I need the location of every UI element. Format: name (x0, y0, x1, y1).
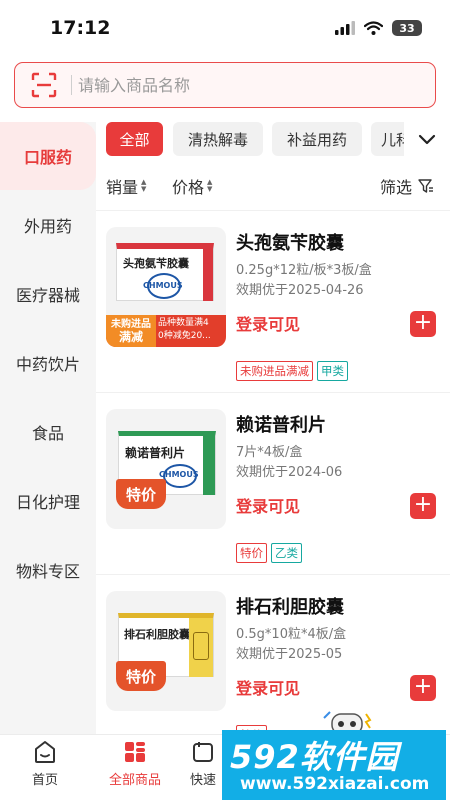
filter-button[interactable]: 筛选 (380, 174, 434, 198)
box-brand: CHMOUS (159, 470, 199, 479)
battery-indicator: 33 (392, 20, 422, 36)
status-time: 17:12 (50, 17, 111, 39)
category-tag: 乙类 (271, 543, 302, 563)
product-name[interactable]: 头孢氨苄胶囊 (236, 229, 344, 255)
sort-arrows-icon: ▲ ▼ (141, 178, 147, 193)
promo-label-bottom: 满减 (118, 330, 143, 344)
sidebar-item-medical-devices[interactable]: 医疗器械 (0, 260, 96, 328)
add-to-cart-button[interactable]: + (410, 675, 436, 701)
special-price-badge: 特价 (116, 479, 166, 509)
home-icon (35, 741, 55, 763)
sort-sales-label: 销量 (106, 178, 139, 197)
sidebar-item-food[interactable]: 食品 (0, 398, 96, 466)
promo-tag: 未购进品满减 (236, 361, 313, 381)
login-to-view-price[interactable]: 登录可见 (236, 493, 300, 517)
product-tags: 未购进品满减 甲类 (236, 361, 348, 381)
scan-icon[interactable] (31, 72, 57, 98)
sort-price-label: 价格 (172, 178, 205, 197)
cart-icon (193, 742, 213, 762)
sort-arrows-icon: ▲ ▼ (207, 178, 213, 193)
promo-label: 未购进品 满减 (106, 315, 156, 347)
chevron-down-icon (418, 134, 436, 145)
plus-icon: + (413, 492, 433, 517)
product-expiry: 效期优于2025-04-26 (236, 283, 364, 298)
product-card[interactable]: 排石利胆胶囊 特价 排石利胆胶囊 0.5g*10粒*4板/盒 效期优于2025-… (96, 574, 450, 734)
nav-all-products-label: 全部商品 (108, 773, 161, 788)
box-title: 头孢氨苄胶囊 (123, 257, 189, 270)
tab-tonic[interactable]: 补益用药 (272, 122, 362, 156)
watermark-url: www.592xiazai.com (240, 774, 430, 794)
search-bar[interactable] (14, 62, 436, 108)
promo-text: 品种数量满4 0种减免20... (158, 317, 224, 343)
box-stripe (203, 436, 215, 495)
sidebar-item-materials[interactable]: 物料专区 (0, 536, 96, 604)
sort-price-button[interactable]: 价格 ▲ ▼ (172, 174, 212, 198)
search-input[interactable] (78, 75, 398, 95)
tab-all[interactable]: 全部 (106, 122, 163, 156)
special-price-badge: 特价 (116, 661, 166, 691)
sidebar-item-herbal[interactable]: 中药饮片 (0, 329, 96, 397)
box-title: 排石利胆胶囊 (124, 628, 190, 641)
product-tags: 特价 乙类 (236, 543, 302, 563)
grid-icon (125, 742, 145, 762)
wifi-icon (364, 21, 383, 35)
box-stripe (203, 249, 213, 301)
status-icons: 33 (335, 20, 422, 36)
add-to-cart-button[interactable]: + (410, 493, 436, 519)
product-card[interactable]: 赖诺普利片 CHMOUS 特价 赖诺普利片 7片*4板/盒 效期优于2024-0… (96, 392, 450, 563)
promo-text-line2: 0种减免20... (158, 331, 211, 341)
category-tag: 甲类 (317, 361, 348, 381)
signal-icon (335, 21, 355, 35)
nav-quick-order[interactable]: 快速 (180, 739, 226, 797)
product-spec: 7片*4板/盒 (236, 445, 303, 460)
nav-all-products[interactable]: 全部商品 (90, 739, 180, 797)
product-list: 头孢氨苄胶囊 CHMOUS 未购进品 满减 品种数量满4 0种减免20... 头… (96, 210, 450, 734)
login-to-view-price[interactable]: 登录可见 (236, 675, 300, 699)
funnel-icon (418, 179, 434, 193)
add-to-cart-button[interactable]: + (410, 311, 436, 337)
product-name[interactable]: 排石利胆胶囊 (236, 593, 344, 619)
product-name[interactable]: 赖诺普利片 (236, 411, 326, 437)
plus-icon: + (413, 674, 433, 699)
sidebar-item-external[interactable]: 外用药 (0, 191, 96, 259)
search-divider (71, 75, 72, 95)
watermark-title: 592软件园 (230, 738, 399, 776)
product-expiry: 效期优于2025-05 (236, 647, 343, 662)
nav-quick-order-label: 快速 (189, 773, 216, 788)
box-pattern (193, 632, 209, 660)
plus-icon: + (413, 310, 433, 335)
sidebar-item-oral[interactable]: 口服药 (0, 122, 96, 190)
product-spec: 0.25g*12粒/板*3板/盒 (236, 263, 372, 278)
filter-label: 筛选 (380, 178, 413, 197)
box-brand: CHMOUS (143, 281, 183, 290)
category-sidebar: 口服药 外用药 医疗器械 中药饮片 食品 日化护理 物料专区 (0, 122, 96, 734)
product-image: 头孢氨苄胶囊 CHMOUS 未购进品 满减 品种数量满4 0种减免20... (106, 227, 226, 347)
site-watermark: 592软件园 www.592xiazai.com (222, 730, 446, 800)
sidebar-item-personal-care[interactable]: 日化护理 (0, 467, 96, 535)
subcategory-tabs: 全部 清热解毒 补益用药 儿科 (106, 122, 450, 158)
promo-badge: 未购进品 满减 品种数量满4 0种减免20... (106, 315, 226, 347)
nav-home[interactable]: 首页 (0, 739, 90, 797)
promo-text-line1: 品种数量满4 (158, 318, 209, 328)
expand-tabs-button[interactable] (404, 122, 450, 158)
tab-heat-clearing[interactable]: 清热解毒 (173, 122, 263, 156)
status-bar: 17:12 33 (0, 0, 450, 56)
login-to-view-price[interactable]: 登录可见 (236, 311, 300, 335)
promo-tag: 特价 (236, 543, 267, 563)
medicine-box: 头孢氨苄胶囊 CHMOUS (116, 243, 214, 301)
product-card[interactable]: 头孢氨苄胶囊 CHMOUS 未购进品 满减 品种数量满4 0种减免20... 头… (96, 210, 450, 381)
product-spec: 0.5g*10粒*4板/盒 (236, 627, 347, 642)
box-title: 赖诺普利片 (125, 446, 186, 460)
product-expiry: 效期优于2024-06 (236, 465, 343, 480)
sort-sales-button[interactable]: 销量 ▲ ▼ (106, 174, 146, 198)
nav-home-label: 首页 (31, 773, 58, 788)
product-image: 排石利胆胶囊 特价 (106, 591, 226, 711)
sort-bar: 销量 ▲ ▼ 价格 ▲ ▼ 筛选 (106, 170, 450, 202)
product-image: 赖诺普利片 CHMOUS 特价 (106, 409, 226, 529)
